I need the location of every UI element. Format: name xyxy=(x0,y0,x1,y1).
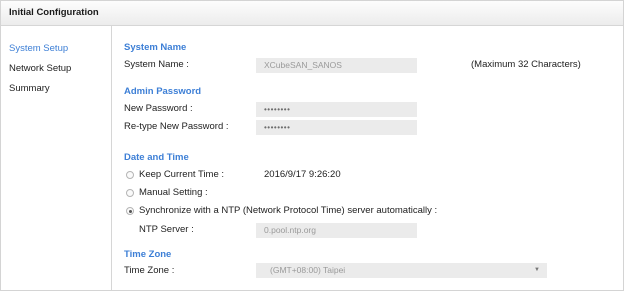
config-window: Initial Configuration System Setup Netwo… xyxy=(0,0,624,291)
sidebar-item-system-setup[interactable]: System Setup xyxy=(9,43,68,54)
ntp-server-input[interactable]: 0.pool.ntp.org xyxy=(256,223,417,238)
new-password-input[interactable]: •••••••• xyxy=(256,102,417,117)
time-zone-selected: (GMT+08:00) Taipei xyxy=(270,265,346,275)
system-name-label: System Name : xyxy=(124,59,189,70)
sidebar: System Setup Network Setup Summary xyxy=(1,26,112,290)
window-title: Initial Configuration xyxy=(9,7,99,18)
manual-setting-radio[interactable] xyxy=(126,189,134,197)
time-zone-label: Time Zone : xyxy=(124,265,175,276)
keep-current-time-radio[interactable] xyxy=(126,171,134,179)
title-bar: Initial Configuration xyxy=(1,1,623,26)
chevron-down-icon: ▼ xyxy=(534,267,540,273)
manual-setting-label: Manual Setting : xyxy=(139,187,208,198)
current-time-value: 2016/9/17 9:26:20 xyxy=(264,169,341,180)
ntp-server-label: NTP Server : xyxy=(139,224,194,235)
ntp-sync-label: Synchronize with a NTP (Network Protocol… xyxy=(139,205,438,216)
time-zone-select[interactable]: (GMT+08:00) Taipei ▼ xyxy=(256,263,547,278)
ntp-sync-radio[interactable] xyxy=(126,207,134,215)
sidebar-item-summary[interactable]: Summary xyxy=(9,83,50,94)
retype-password-input[interactable]: •••••••• xyxy=(256,120,417,135)
system-name-input[interactable]: XCubeSAN_SANOS xyxy=(256,58,417,73)
sidebar-item-network-setup[interactable]: Network Setup xyxy=(9,63,71,74)
section-title-admin-password: Admin Password xyxy=(124,86,202,97)
section-title-system-name: System Name xyxy=(124,42,187,53)
system-name-hint: (Maximum 32 Characters) xyxy=(471,59,581,70)
section-title-date-time: Date and Time xyxy=(124,152,189,163)
retype-password-label: Re-type New Password : xyxy=(124,121,229,132)
keep-current-time-label: Keep Current Time : xyxy=(139,169,225,180)
new-password-label: New Password : xyxy=(124,103,193,114)
section-title-time-zone: Time Zone xyxy=(124,249,172,260)
